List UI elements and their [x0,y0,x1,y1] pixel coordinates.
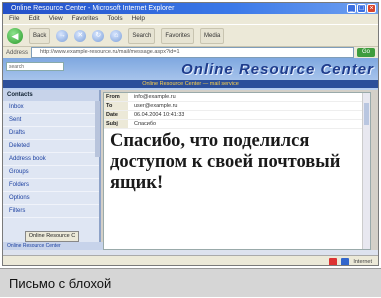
window-title: Online Resource Center - Microsoft Inter… [11,5,175,12]
status-zone: Internet [329,257,372,265]
back-arrow-icon[interactable]: ◀ [7,27,23,44]
mail-header-from: From info@example.ru [104,93,370,102]
sidebar-item-folders[interactable]: Folders [3,179,99,192]
header-value: 06.04.2004 10:41:33 [134,112,185,118]
header-label: Date [104,111,128,119]
site-banner: search Online Resource Center Online Res… [3,58,378,90]
go-button[interactable]: Go [357,48,375,57]
site-subtitle: Online Resource Center — mail service [3,80,378,88]
header-value: info@example.ru [134,94,176,100]
sidebar-footer: Online Resource Center [3,242,103,250]
menu-tools[interactable]: Tools [107,14,122,24]
browser-screenshot: Online Resource Center - Microsoft Inter… [2,2,379,266]
mail-body-text: Спасибо, что поделился доступом к своей … [110,131,341,193]
sidebar-item-sent[interactable]: Sent [3,114,99,127]
maximize-button[interactable]: □ [357,4,366,13]
internet-zone-icon [341,257,350,265]
media-button[interactable]: Media [200,27,225,44]
menu-bar: File Edit View Favorites Tools Help [3,14,378,24]
menu-view[interactable]: View [49,14,63,24]
toolbar: ◀ Back → ✕ ↻ ⌂ Search Favorites Media [3,24,378,46]
menu-favorites[interactable]: Favorites [72,14,99,24]
header-label: From [104,93,128,101]
address-label: Address [6,49,29,56]
mail-header-to: To user@example.ru [104,102,370,111]
window-controls: _ □ × [347,4,376,13]
refresh-icon[interactable]: ↻ [92,29,105,42]
window-titlebar: Online Resource Center - Microsoft Inter… [3,3,378,14]
zone-label: Internet [353,258,372,265]
header-label: Subj [104,120,128,128]
search-button[interactable]: Search [128,27,156,44]
mail-header-date: Date 06.04.2004 10:41:33 [104,111,370,120]
minimize-button[interactable]: _ [347,4,356,13]
favorites-button[interactable]: Favorites [161,27,195,44]
sidebar: Contacts Inbox Sent Drafts Deleted Addre… [3,90,103,250]
sidebar-item-options[interactable]: Options [3,192,99,205]
mail-header-subject: Subj Спасибо [104,120,370,129]
header-value: Спасибо [134,121,157,127]
address-input[interactable]: http://www.example-resource.ru/mail/mess… [31,47,354,58]
sidebar-item-inbox[interactable]: Inbox [3,101,99,114]
sidebar-item-filters[interactable]: Filters [3,205,99,218]
site-logo-title: Online Resource Center [181,61,374,78]
sidebar-scrollbar[interactable] [95,101,100,157]
back-button[interactable]: Back [29,27,51,44]
sidebar-resource-button[interactable]: Online Resource C [25,231,79,242]
menu-help[interactable]: Help [132,14,145,24]
menu-edit[interactable]: Edit [28,14,39,24]
sidebar-item-deleted[interactable]: Deleted [3,140,99,153]
mail-message-pane: From info@example.ru To user@example.ru … [103,92,371,250]
scrollbar-thumb[interactable] [364,103,369,125]
sidebar-item-groups[interactable]: Groups [3,166,99,179]
mail-scrollbar[interactable] [362,93,370,249]
header-value: user@example.ru [134,103,178,109]
forward-arrow-icon[interactable]: → [56,29,69,42]
close-button[interactable]: × [367,4,376,13]
figure-caption: Письмо с блохой [0,268,381,297]
header-label: To [104,102,128,110]
site-search-input[interactable]: search [6,62,64,71]
sidebar-item-drafts[interactable]: Drafts [3,127,99,140]
stop-icon[interactable]: ✕ [74,29,87,42]
menu-file[interactable]: File [9,14,19,24]
status-bar: Internet [3,255,378,265]
sidebar-header: Contacts [3,90,99,101]
security-icon [329,257,338,265]
home-icon[interactable]: ⌂ [110,29,123,42]
address-bar: Address http://www.example-resource.ru/m… [3,46,378,58]
sidebar-item-address-book[interactable]: Address book [3,153,99,166]
